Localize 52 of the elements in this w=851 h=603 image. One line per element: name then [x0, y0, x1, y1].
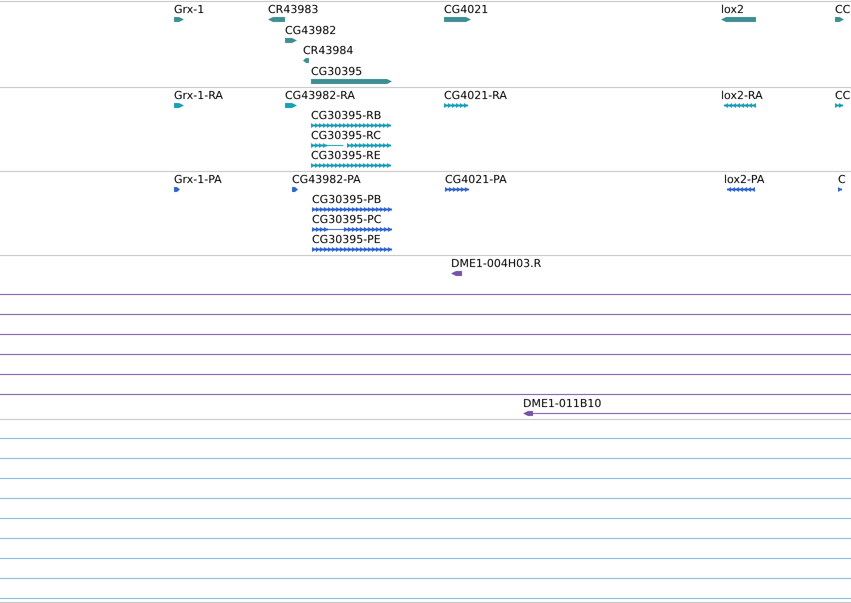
transcript-glyph[interactable]	[312, 246, 392, 253]
feature-label: CG30395-PC	[312, 213, 382, 226]
feature-label: lox2-RA	[721, 89, 763, 102]
feature-label: CR43983	[268, 3, 318, 16]
gene-glyph[interactable]	[721, 16, 756, 23]
feature-label: CG43982-PA	[292, 173, 361, 186]
feature-label: CC	[835, 3, 850, 16]
transcript-glyph[interactable]	[312, 226, 392, 233]
feature-label: CG43982	[285, 24, 336, 37]
gene-glyph[interactable]	[174, 16, 184, 23]
feature-label: CC	[835, 89, 850, 102]
transcript-glyph[interactable]	[523, 410, 533, 417]
transcript-glyph[interactable]	[721, 102, 756, 109]
gene-glyph[interactable]	[292, 186, 298, 193]
gene-glyph[interactable]	[174, 186, 180, 193]
feature-label: CG30395-RC	[311, 129, 381, 142]
gene-glyph[interactable]	[285, 37, 297, 44]
feature-label: CR43984	[303, 44, 354, 57]
transcript-glyph[interactable]	[835, 102, 843, 109]
gene-glyph[interactable]	[174, 102, 184, 109]
feature-label: DME1-011B10	[523, 397, 602, 410]
feature-label: Grx-1-PA	[174, 173, 222, 186]
feature-label: CG30395	[311, 65, 362, 78]
feature-label: lox2-PA	[724, 173, 764, 186]
feature-label: Grx-1	[174, 3, 204, 16]
feature-label: CG30395-PB	[312, 193, 382, 206]
feature-label: CG30395-RE	[311, 149, 381, 162]
gene-glyph[interactable]	[835, 16, 844, 23]
transcript-glyph[interactable]	[838, 186, 844, 193]
feature-label: DME1-004H03.R	[451, 257, 542, 270]
feature-label: Grx-1-RA	[174, 89, 223, 102]
feature-label: CG30395-RB	[311, 109, 382, 122]
gene-glyph[interactable]	[311, 78, 392, 85]
gene-glyph[interactable]	[268, 16, 285, 23]
feature-label: CG4021-PA	[445, 173, 507, 186]
feature-label: C	[838, 173, 846, 186]
transcript-glyph[interactable]	[445, 186, 470, 193]
feature-label: CG43982-RA	[285, 89, 355, 102]
gene-glyph[interactable]	[285, 102, 297, 109]
feature-label: CG30395-PE	[312, 233, 381, 246]
transcript-glyph[interactable]	[444, 102, 471, 109]
transcript-glyph[interactable]	[311, 142, 392, 149]
transcript-glyph[interactable]	[312, 206, 392, 213]
transcript-glyph[interactable]	[311, 162, 392, 169]
feature-label: lox2	[721, 3, 744, 16]
transcript-glyph[interactable]	[724, 186, 755, 193]
feature-label: CG4021-RA	[444, 89, 507, 102]
gene-glyph[interactable]	[451, 270, 462, 277]
gene-glyph[interactable]	[444, 16, 471, 23]
gene-glyph[interactable]	[303, 57, 309, 64]
feature-label: CG4021	[444, 3, 488, 16]
transcript-glyph[interactable]	[311, 122, 392, 129]
